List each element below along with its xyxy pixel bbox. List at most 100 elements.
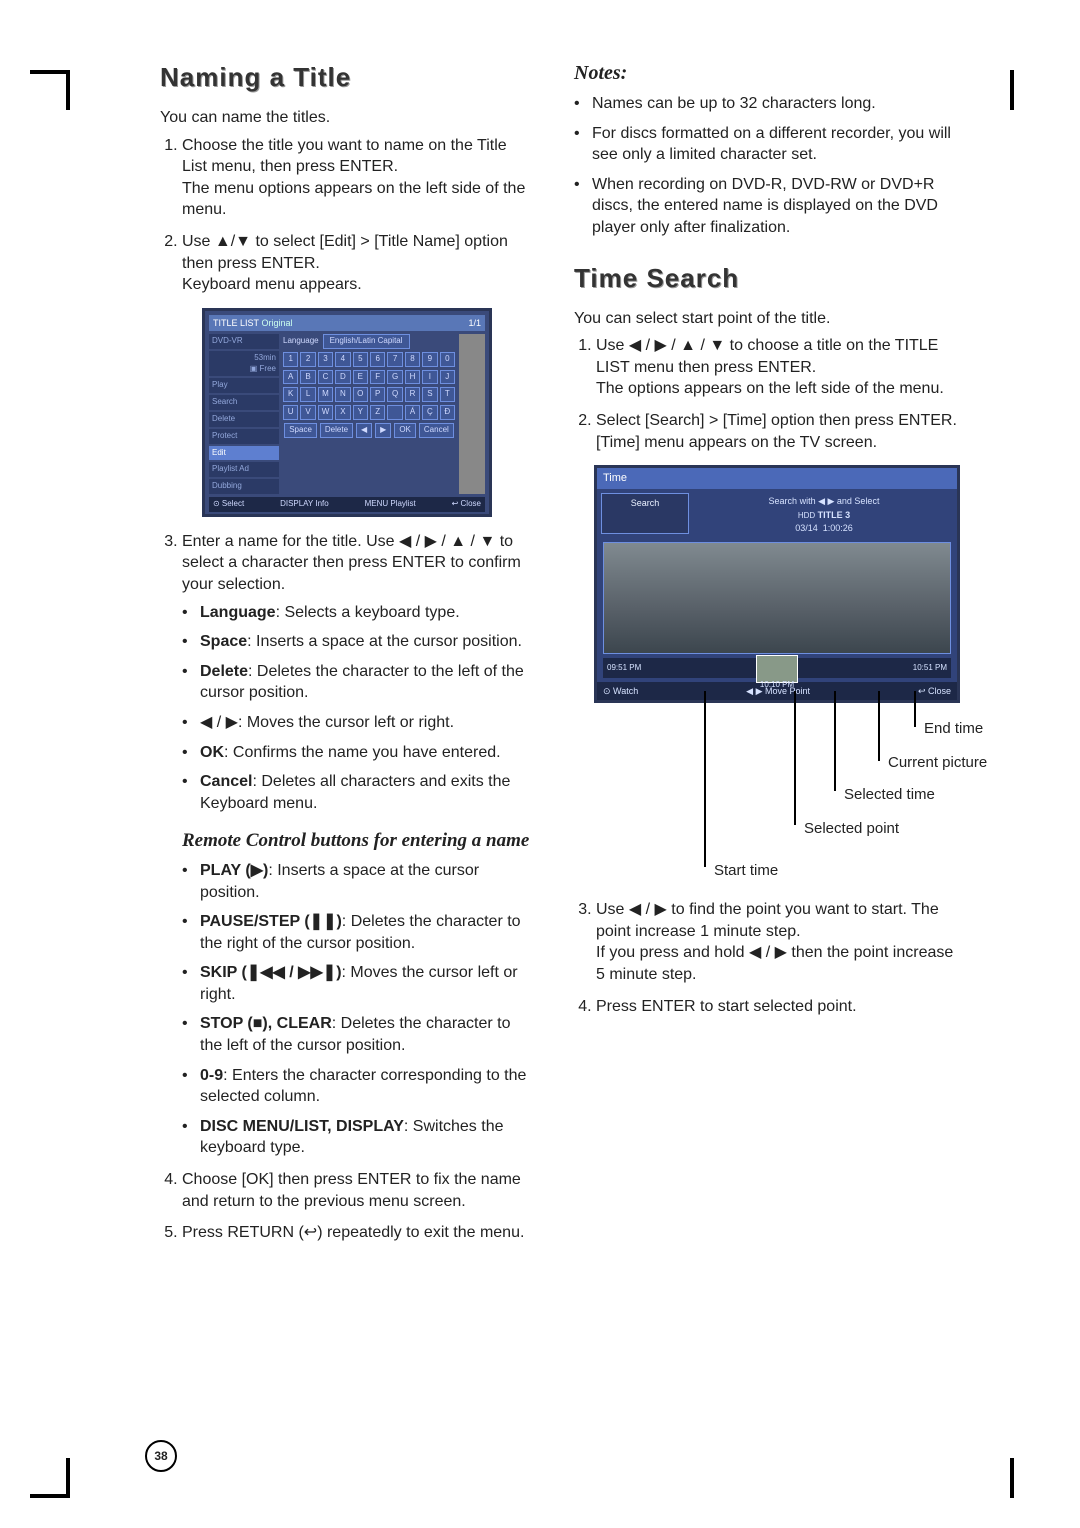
right-column: Notes: Names can be up to 32 characters … [574, 60, 960, 1254]
crop-mark [66, 1458, 70, 1498]
annot-start: Start time [714, 861, 778, 881]
osd-key: Y [353, 405, 368, 420]
note-3: When recording on DVD-R, DVD-RW or DVD+R… [592, 174, 960, 239]
osd-menu-edit: Edit [209, 446, 279, 461]
osd-key: 9 [422, 352, 437, 367]
opt-space: Space: Inserts a space at the cursor pos… [182, 631, 534, 653]
time-osd-slider: 09:51 PM 10:10 PM 10:51 PM [603, 658, 951, 678]
osd-footer-select: ⊙ Select [213, 499, 244, 510]
naming-intro: You can name the titles. [160, 107, 534, 129]
osd-key: P [370, 387, 385, 402]
osd-key: O [353, 387, 368, 402]
osd-key: 1 [283, 352, 298, 367]
osd-key: S [422, 387, 437, 402]
osd-key: 2 [300, 352, 315, 367]
osd-menu-protect: Protect [209, 429, 279, 444]
rc-play: PLAY (▶): Inserts a space at the cursor … [182, 860, 534, 903]
step-2: Use ▲/▼ to select [Edit] > [Title Name] … [182, 231, 534, 296]
osd-key: 0 [440, 352, 455, 367]
osd-mode: Original [262, 318, 293, 328]
crop-mark [1010, 70, 1014, 110]
time-step-1: Use ◀ / ▶ / ▲ / ▼ to choose a title on t… [596, 335, 960, 400]
time-step-3: Use ◀ / ▶ to find the point you want to … [596, 899, 960, 985]
note-1: Names can be up to 32 characters long. [592, 93, 960, 115]
step-5: Press RETURN (↩) repeatedly to exit the … [182, 1222, 534, 1244]
step-1: Choose the title you want to name on the… [182, 135, 534, 221]
time-intro: You can select start point of the title. [574, 308, 960, 330]
rc-09: 0-9: Enters the character corresponding … [182, 1065, 534, 1108]
osd-free: 53min▣ Free [209, 351, 279, 377]
rc-disc: DISC MENU/LIST, DISPLAY: Switches the ke… [182, 1116, 534, 1159]
osd-key: H [405, 370, 420, 385]
naming-steps-cont: Enter a name for the title. Use ◀ / ▶ / … [160, 531, 534, 1244]
time-annotations: End time Current picture Selected time S… [594, 709, 960, 889]
osd-footer-info: DISPLAY Info [280, 499, 329, 510]
osd-bottom-row: SpaceDelete◀▶OKCancel [283, 423, 455, 438]
osd-key: F [370, 370, 385, 385]
osd-key: 6 [370, 352, 385, 367]
osd-key: V [300, 405, 315, 420]
page-number: 38 [145, 1440, 177, 1472]
time-marker [756, 655, 798, 683]
time-left: 09:51 PM [607, 663, 641, 674]
osd-key: N [335, 387, 350, 402]
osd-thumbs [459, 334, 485, 494]
osd-key: W [318, 405, 333, 420]
osd-key: Ð [440, 405, 455, 420]
osd-key: T [440, 387, 455, 402]
time-right: 10:51 PM [913, 663, 947, 674]
osd-key: 5 [353, 352, 368, 367]
osd-key: J [440, 370, 455, 385]
time-step-2: Select [Search] > [Time] option then pre… [596, 410, 960, 453]
time-osd-watch: ⊙ Watch [603, 685, 638, 697]
osd-bottom-key: ▶ [375, 423, 391, 438]
time-osd: Time Search Search with ◀ ▶ and Select H… [594, 465, 960, 703]
osd-lang-option: English/Latin Capital [323, 334, 410, 349]
time-step-4: Press ENTER to start selected point. [596, 996, 960, 1018]
osd-key: K [283, 387, 298, 402]
crop-mark [30, 70, 70, 74]
step-4: Choose [OK] then press ENTER to fix the … [182, 1169, 534, 1212]
time-osd-title: HDD TITLE 3 03/14 1:00:26 [695, 509, 953, 534]
rc-skip: SKIP (❚◀◀ / ▶▶❚): Moves the cursor left … [182, 962, 534, 1005]
annot-current: Current picture [888, 753, 987, 773]
osd-key: U [283, 405, 298, 420]
osd-disc: DVD-VR [209, 334, 279, 349]
time-osd-hint: Search with ◀ ▶ and Select [695, 495, 953, 507]
keyboard-osd: TITLE LIST Original 1/1 DVD-VR 53min▣ Fr… [202, 308, 492, 517]
osd-bottom-key: Cancel [419, 423, 454, 438]
osd-key [387, 405, 402, 420]
crop-mark [1010, 1458, 1014, 1498]
osd-key: 7 [387, 352, 402, 367]
crop-mark [66, 70, 70, 110]
osd-menu-delete: Delete [209, 412, 279, 427]
osd-key: E [353, 370, 368, 385]
osd-key-row: ABCDEFGHIJ [283, 370, 455, 385]
crop-mark [30, 1494, 70, 1498]
osd-key: Z [370, 405, 385, 420]
naming-steps: Choose the title you want to name on the… [160, 135, 534, 296]
rc-stop: STOP (■), CLEAR: Deletes the character t… [182, 1013, 534, 1056]
osd-key: Q [387, 387, 402, 402]
heading-naming: Naming a Title [160, 60, 534, 95]
osd-menu-playlist: Playlist Ad [209, 462, 279, 477]
opt-ok: OK: Confirms the name you have entered. [182, 742, 534, 764]
osd-menu-search: Search [209, 395, 279, 410]
annot-end: End time [924, 719, 983, 739]
opt-leftright: ◀ / ▶: Moves the cursor left or right. [182, 712, 534, 734]
osd-key: L [300, 387, 315, 402]
osd-footer-playlist: MENU Playlist [365, 499, 416, 510]
time-osd-close: ↩ Close [918, 685, 951, 697]
osd-footer-close: ↩ Close [452, 499, 481, 510]
osd-key: M [318, 387, 333, 402]
opt-language: Language: Selects a keyboard type. [182, 602, 534, 624]
step-3-lead: Enter a name for the title. Use ◀ / ▶ / … [182, 533, 521, 593]
osd-key: 3 [318, 352, 333, 367]
osd-key-row: KLMNOPQRST [283, 387, 455, 402]
step-3: Enter a name for the title. Use ◀ / ▶ / … [182, 531, 534, 1159]
osd-bottom-key: OK [394, 423, 416, 438]
time-mid: 10:10 PM [760, 680, 794, 691]
osd-key: B [300, 370, 315, 385]
osd-menu-dubbing: Dubbing [209, 479, 279, 494]
osd-bottom-key: ◀ [356, 423, 372, 438]
